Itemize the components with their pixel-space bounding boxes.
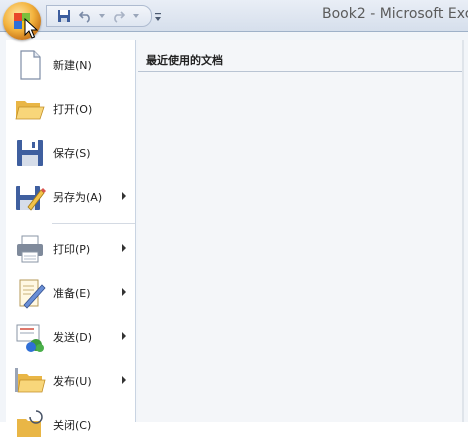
menu-item-label: 新建(N) [53,59,92,72]
save-icon[interactable] [55,7,73,25]
new-document-icon [20,50,41,80]
publish-icon [15,368,46,393]
mouse-cursor-icon [24,18,38,39]
menu-item-label: 保存(S) [53,147,91,160]
menu-edge [462,40,464,422]
printer-icon [17,235,43,263]
menu-item-open[interactable]: 打开(O) [6,87,135,131]
redo-icon[interactable] [109,7,127,25]
menu-item-publish[interactable]: 发布(U) [6,359,135,403]
menu-divider [52,223,135,224]
window-title: Book2 - Microsoft Exce [322,6,468,22]
menu-item-new[interactable]: 新建(N) [6,43,135,87]
office-menu: 新建(N) 打开(O) 保存(S) 另存为(A) 打印(P) 准备(E) 发送(… [0,31,468,437]
close-folder-icon [17,410,43,437]
menu-item-label: 发送(D) [53,331,93,344]
recent-divider [138,71,462,72]
submenu-arrow-icon [122,288,126,296]
quick-access-toolbar [46,5,152,27]
save-disk-icon [17,140,43,166]
menu-item-save-as[interactable]: 另存为(A) [6,175,135,219]
menu-item-label: 发布(U) [53,375,92,388]
menu-item-print[interactable]: 打印(P) [6,227,135,271]
menu-item-label: 关闭(C) [53,419,92,432]
submenu-arrow-icon [122,376,126,384]
menu-item-save[interactable]: 保存(S) [6,131,135,175]
title-bar: Book2 - Microsoft Exce [0,0,468,32]
menu-item-label: 另存为(A) [53,191,103,204]
menu-item-prepare[interactable]: 准备(E) [6,271,135,315]
menu-item-send[interactable]: 发送(D) [6,315,135,359]
menu-item-label: 打印(P) [53,243,91,256]
customize-toolbar-icon[interactable] [154,8,164,22]
submenu-arrow-icon [122,192,126,200]
menu-item-label: 打开(O) [53,103,93,116]
prepare-icon [19,279,46,309]
open-folder-icon [15,101,45,120]
redo-dropdown-icon[interactable] [131,7,141,25]
undo-icon[interactable] [77,7,95,25]
submenu-arrow-icon [122,332,126,340]
recent-documents-pane: 最近使用的文档 [138,40,462,422]
recent-documents-title: 最近使用的文档 [146,54,223,67]
save-as-icon [16,186,46,211]
send-icon [16,324,44,352]
menu-item-label: 准备(E) [53,287,91,300]
command-list: 新建(N) 打开(O) 保存(S) 另存为(A) 打印(P) 准备(E) 发送(… [6,40,136,437]
submenu-arrow-icon [122,244,126,252]
undo-dropdown-icon[interactable] [97,7,107,25]
menu-item-close[interactable]: 关闭(C) [6,403,135,447]
